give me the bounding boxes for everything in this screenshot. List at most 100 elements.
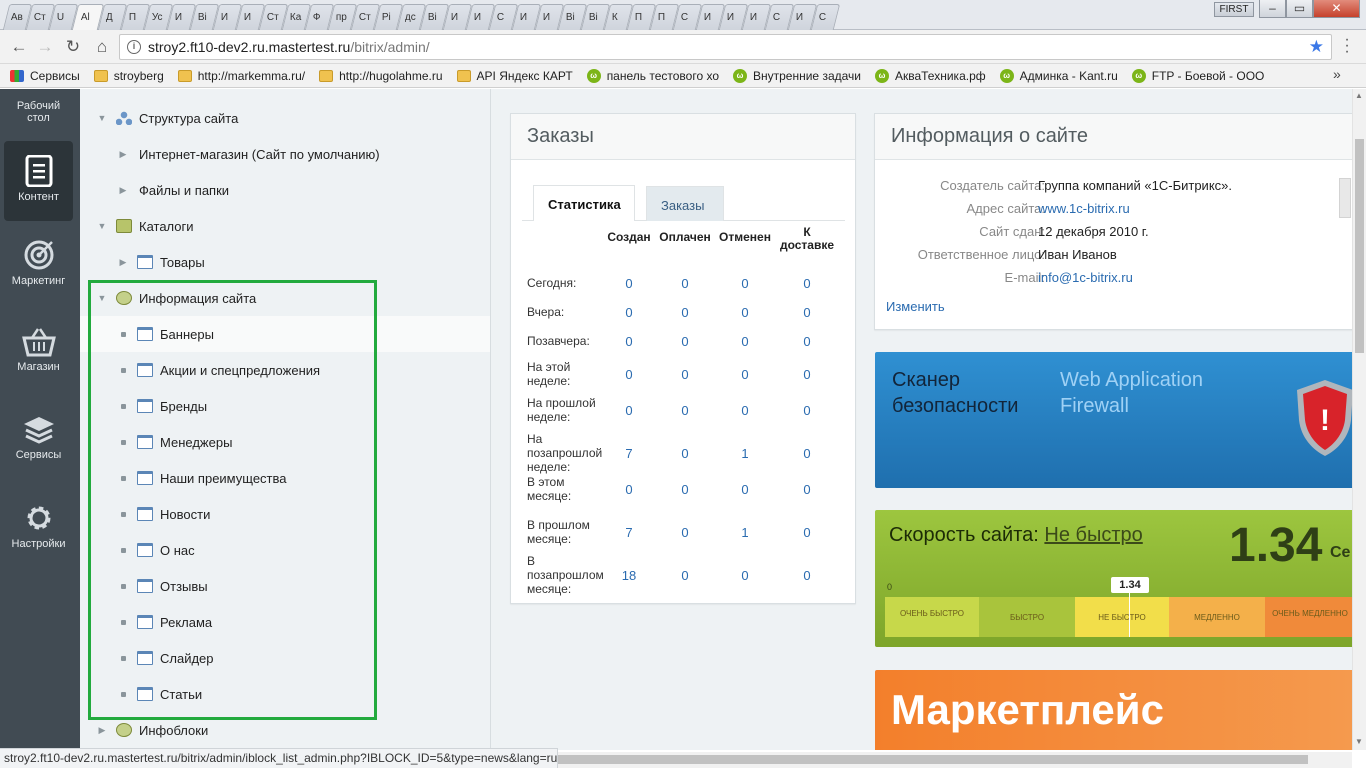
tree-item[interactable]: Акции и спецпредложения: [80, 352, 490, 388]
info-icon[interactable]: i: [127, 40, 141, 54]
expand-arrow-icon[interactable]: ▶: [118, 149, 128, 160]
desktop-link[interactable]: Рабочий стол: [4, 100, 73, 124]
table-cell-link[interactable]: 0: [787, 403, 827, 418]
close-window-button[interactable]: ✕: [1313, 0, 1360, 18]
table-cell-link[interactable]: 0: [665, 568, 705, 583]
tree-item[interactable]: Отзывы: [80, 568, 490, 604]
tree-item[interactable]: ▶ Интернет-магазин (Сайт по умолчанию): [80, 136, 490, 172]
bookmark-item[interactable]: ω Админка - Kant.ru: [999, 68, 1118, 83]
table-cell-link[interactable]: 0: [665, 334, 705, 349]
table-cell-link[interactable]: 0: [665, 482, 705, 497]
page-vertical-scrollbar[interactable]: ▲ ▼: [1352, 89, 1366, 750]
table-cell-link[interactable]: 18: [609, 568, 649, 583]
bookmark-item[interactable]: http://markemma.ru/: [177, 69, 305, 83]
reload-icon[interactable]: ↻: [62, 36, 84, 58]
collapse-arrow-icon[interactable]: ▼: [97, 221, 107, 231]
maximize-button[interactable]: ▭: [1286, 0, 1313, 18]
site-speed-widget[interactable]: Скорость сайта: Не быстро 1.34 Се 0 ОЧЕН…: [875, 510, 1352, 647]
site-info-link[interactable]: info@1c-bitrix.ru: [1038, 270, 1133, 285]
table-cell-link[interactable]: 0: [725, 276, 765, 291]
table-cell-link[interactable]: 0: [787, 305, 827, 320]
site-info-scrollbar[interactable]: [1339, 178, 1351, 218]
tree-item[interactable]: ▶ Товары: [80, 244, 490, 280]
table-cell-link[interactable]: 0: [787, 525, 827, 540]
table-cell-link[interactable]: 0: [725, 403, 765, 418]
expand-arrow-icon[interactable]: ▶: [118, 257, 128, 268]
tree-item[interactable]: О нас: [80, 532, 490, 568]
scroll-down-icon[interactable]: ▼: [1355, 737, 1363, 746]
collapse-arrow-icon[interactable]: ▼: [97, 113, 107, 123]
url-text[interactable]: stroy2.ft10-dev2.ru.mastertest.ru/bitrix…: [148, 39, 430, 55]
tree-item[interactable]: ▶ Файлы и папки: [80, 172, 490, 208]
table-cell-link[interactable]: 1: [725, 446, 765, 461]
panel-item-services[interactable]: Сервисы: [4, 415, 73, 461]
tree-item[interactable]: Наши преимущества: [80, 460, 490, 496]
table-cell-link[interactable]: 0: [609, 334, 649, 349]
table-cell-link[interactable]: 0: [665, 305, 705, 320]
table-cell-link[interactable]: 7: [609, 446, 649, 461]
table-cell-link[interactable]: 0: [787, 276, 827, 291]
panel-item-content[interactable]: Контент: [4, 141, 73, 221]
browser-menu-icon[interactable]: · · ·: [1342, 32, 1352, 60]
minimize-button[interactable]: –: [1259, 0, 1286, 18]
bookmark-item[interactable]: API Яндекс КАРТ: [456, 69, 573, 83]
site-info-link[interactable]: www.1c-bitrix.ru: [1038, 201, 1130, 216]
table-cell-link[interactable]: 0: [665, 446, 705, 461]
tree-item[interactable]: Статьи: [80, 676, 490, 712]
panel-item-shop[interactable]: Магазин: [4, 327, 73, 373]
marketplace-banner[interactable]: Маркетплейс: [875, 670, 1352, 750]
tab-statistics[interactable]: Статистика: [533, 185, 635, 221]
bookmark-item[interactable]: ω FTP - Боевой - ООО: [1131, 68, 1264, 83]
tree-item[interactable]: Менеджеры: [80, 424, 490, 460]
scroll-thumb[interactable]: [1355, 139, 1364, 353]
table-cell-link[interactable]: 7: [609, 525, 649, 540]
security-scanner-banner[interactable]: Сканер безопасности Web Application Fire…: [875, 352, 1352, 488]
table-cell-link[interactable]: 0: [725, 568, 765, 583]
scroll-up-icon[interactable]: ▲: [1355, 91, 1363, 100]
table-cell-link[interactable]: 0: [665, 525, 705, 540]
table-cell-link[interactable]: 0: [665, 367, 705, 382]
tree-item[interactable]: Реклама: [80, 604, 490, 640]
change-link[interactable]: Изменить: [886, 299, 945, 314]
page-horizontal-scrollbar[interactable]: [558, 752, 1352, 768]
table-cell-link[interactable]: 0: [787, 334, 827, 349]
home-icon[interactable]: ⌂: [91, 36, 113, 58]
tree-item[interactable]: Бренды: [80, 388, 490, 424]
hscroll-thumb[interactable]: [558, 755, 1308, 764]
speed-status-link[interactable]: Не быстро: [1044, 524, 1142, 546]
panel-item-marketing[interactable]: Маркетинг: [4, 239, 73, 287]
panel-item-settings[interactable]: Настройки: [4, 502, 73, 550]
tree-item[interactable]: Баннеры: [80, 316, 490, 352]
tree-item[interactable]: ▼ Информация сайта: [80, 280, 490, 316]
bookmark-item[interactable]: ω АкваТехника.рф: [874, 68, 986, 83]
table-cell-link[interactable]: 0: [609, 305, 649, 320]
bookmarks-overflow-icon[interactable]: »: [1333, 66, 1341, 82]
tree-item[interactable]: ▶ Инфоблоки: [80, 712, 490, 748]
collapse-arrow-icon[interactable]: ▼: [97, 293, 107, 303]
table-cell-link[interactable]: 0: [609, 403, 649, 418]
bookmark-star-icon[interactable]: ★: [1309, 37, 1324, 57]
table-cell-link[interactable]: 0: [787, 482, 827, 497]
bookmark-item[interactable]: http://hugolahme.ru: [319, 69, 443, 83]
bookmark-item[interactable]: ω Внутренние задачи: [733, 68, 861, 83]
table-cell-link[interactable]: 0: [725, 334, 765, 349]
tree-item[interactable]: ▼ Каталоги: [80, 208, 490, 244]
table-cell-link[interactable]: 0: [725, 305, 765, 320]
table-cell-link[interactable]: 0: [725, 482, 765, 497]
table-cell-link[interactable]: 0: [609, 482, 649, 497]
back-arrow-icon[interactable]: ←: [8, 36, 30, 58]
table-cell-link[interactable]: 0: [787, 446, 827, 461]
expand-arrow-icon[interactable]: ▶: [118, 185, 128, 196]
bookmark-item[interactable]: Сервисы: [10, 69, 80, 83]
forward-arrow-icon[interactable]: →: [34, 36, 56, 58]
table-cell-link[interactable]: 0: [787, 568, 827, 583]
table-cell-link[interactable]: 1: [725, 525, 765, 540]
browser-tab[interactable]: С: [810, 4, 841, 30]
table-cell-link[interactable]: 0: [725, 367, 765, 382]
table-cell-link[interactable]: 0: [665, 403, 705, 418]
tree-item[interactable]: ▼ Структура сайта: [80, 100, 490, 136]
address-bar[interactable]: i stroy2.ft10-dev2.ru.mastertest.ru/bitr…: [119, 34, 1332, 60]
tab-orders[interactable]: Заказы: [646, 186, 724, 221]
table-cell-link[interactable]: 0: [665, 276, 705, 291]
bookmark-item[interactable]: ω панель тестового хо: [586, 68, 719, 83]
